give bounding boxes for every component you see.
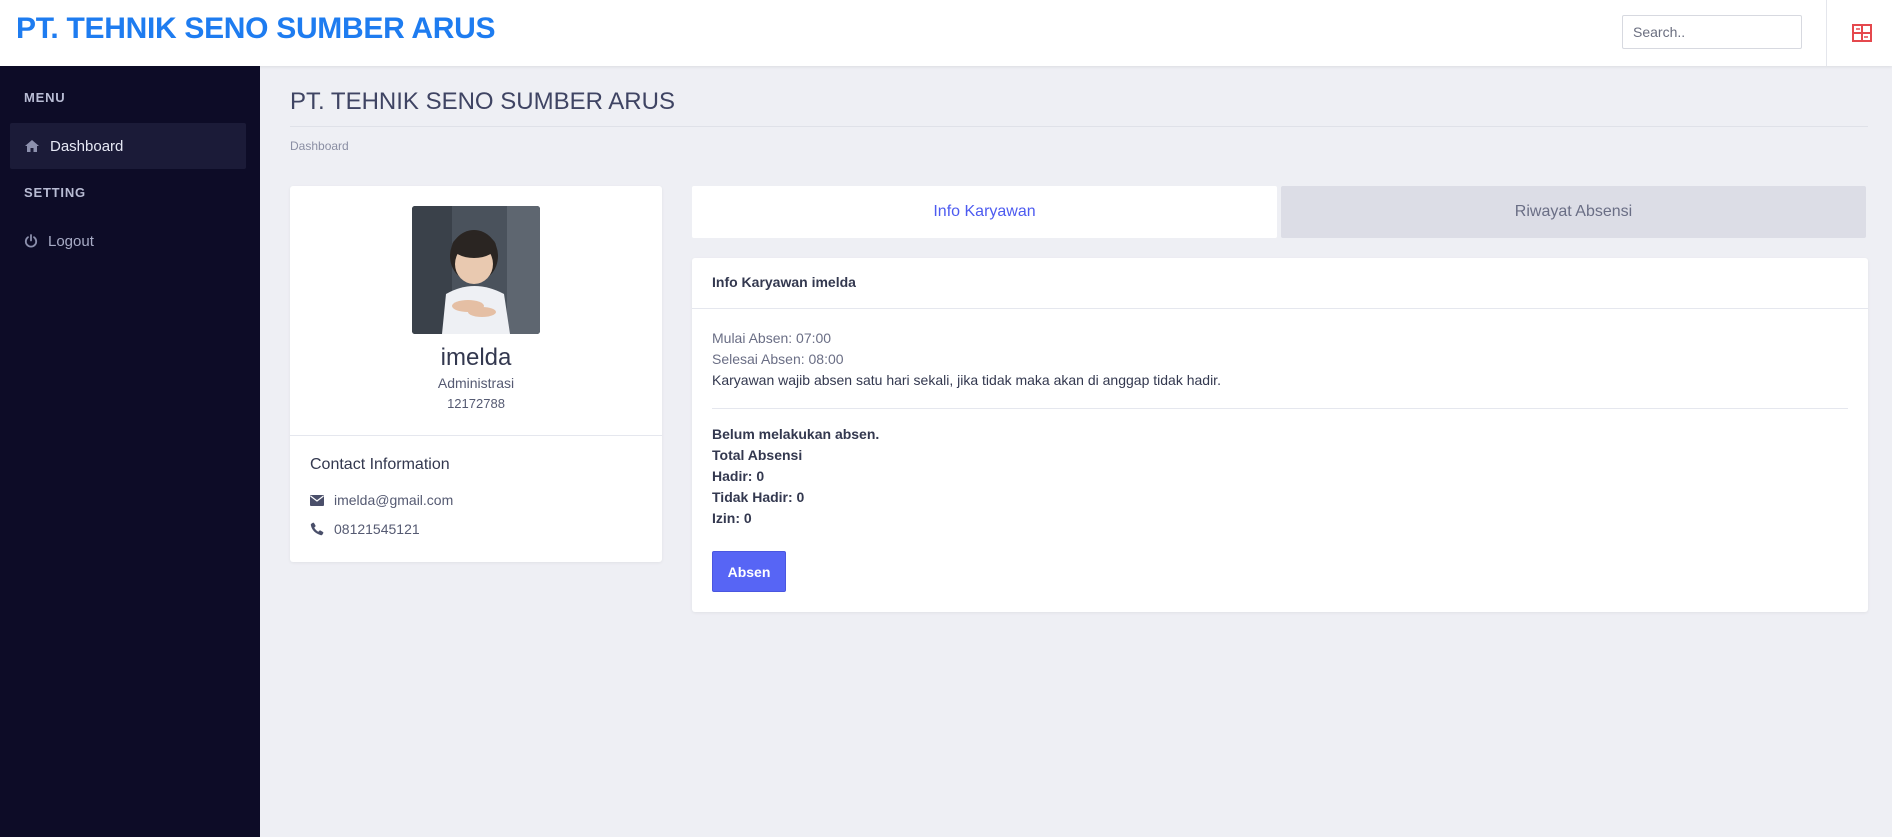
phone-text: 08121545121 <box>334 521 420 537</box>
search-input[interactable] <box>1622 15 1802 49</box>
info-card: Info Karyawan imelda Mulai Absen: 07:00 … <box>692 258 1868 612</box>
sidebar-item-label: Dashboard <box>50 137 124 155</box>
contact-email: imelda@gmail.com <box>310 492 453 508</box>
attendance-status: Belum melakukan absen. <box>712 426 880 442</box>
end-time-text: Selesai Absen: 08:00 <box>712 351 844 367</box>
breadcrumb[interactable]: Dashboard <box>290 139 349 153</box>
page-title: PT. TEHNIK SENO SUMBER ARUS <box>290 88 675 115</box>
contact-title: Contact Information <box>310 456 450 473</box>
avatar <box>412 206 540 334</box>
divider <box>290 435 662 436</box>
tab-info-karyawan[interactable]: Info Karyawan <box>692 186 1277 238</box>
tidak-hadir-count: Tidak Hadir: 0 <box>712 489 805 505</box>
divider <box>290 126 1868 127</box>
top-header: PT. TEHNIK SENO SUMBER ARUS <box>0 0 1892 66</box>
start-time-text: Mulai Absen: 07:00 <box>712 330 832 346</box>
sidebar-heading-setting: SETTING <box>24 185 86 200</box>
envelope-icon <box>310 494 324 506</box>
profile-card: imelda Administrasi 12172788 Contact Inf… <box>290 186 662 562</box>
divider <box>692 308 1868 309</box>
sidebar-heading-menu: MENU <box>24 90 66 105</box>
attendance-note: Karyawan wajib absen satu hari sekali, j… <box>712 372 1221 388</box>
employee-id: 12172788 <box>447 396 505 411</box>
hadir-count: Hadir: 0 <box>712 468 765 484</box>
profile-name: imelda <box>440 344 512 371</box>
izin-count: Izin: 0 <box>712 510 752 526</box>
tab-riwayat-absensi[interactable]: Riwayat Absensi <box>1281 186 1866 238</box>
header-divider <box>1826 0 1827 66</box>
absen-button[interactable]: Absen <box>712 551 786 592</box>
divider <box>712 408 1848 409</box>
sidebar: MENU Dashboard SETTING Logout <box>0 66 260 837</box>
info-card-title: Info Karyawan imelda <box>712 274 856 290</box>
profile-role: Administrasi <box>437 375 515 391</box>
phone-icon <box>310 522 324 536</box>
power-icon <box>24 234 38 248</box>
sidebar-item-dashboard[interactable]: Dashboard <box>10 123 246 169</box>
menu-toggle-icon[interactable] <box>1852 23 1872 43</box>
sidebar-item-label: Logout <box>48 232 94 250</box>
sidebar-item-logout[interactable]: Logout <box>10 218 246 264</box>
email-text: imelda@gmail.com <box>334 492 454 508</box>
total-absensi-label: Total Absensi <box>712 447 803 463</box>
brand-title[interactable]: PT. TEHNIK SENO SUMBER ARUS <box>16 12 495 46</box>
home-icon <box>25 140 39 152</box>
contact-phone: 08121545121 <box>310 521 420 537</box>
